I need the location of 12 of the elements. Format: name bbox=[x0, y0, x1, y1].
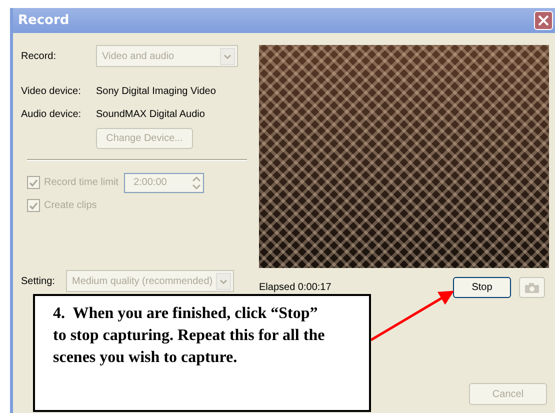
device-name: Sony Digital Imaging Video bbox=[96, 86, 216, 97]
window-title: Record bbox=[18, 13, 70, 28]
field-label: Record: bbox=[21, 50, 58, 62]
checkbox-label: Record time limit bbox=[44, 177, 118, 188]
field-label: Setting: bbox=[21, 276, 56, 286]
field-label: Video device: bbox=[21, 86, 82, 97]
field-label: Audio device: bbox=[21, 109, 82, 120]
elapsed-time: Elapsed 0:00:17 bbox=[259, 282, 332, 293]
checkbox-label: Create clips bbox=[44, 200, 97, 211]
device-name: SoundMAX Digital Audio bbox=[96, 109, 205, 120]
stop-button[interactable]: Stop bbox=[453, 277, 511, 298]
instruction-callout: 4. When you are finished, click “Stop” to stop capturing. Repeat this for all the scenes you wish to capture. bbox=[33, 294, 371, 412]
